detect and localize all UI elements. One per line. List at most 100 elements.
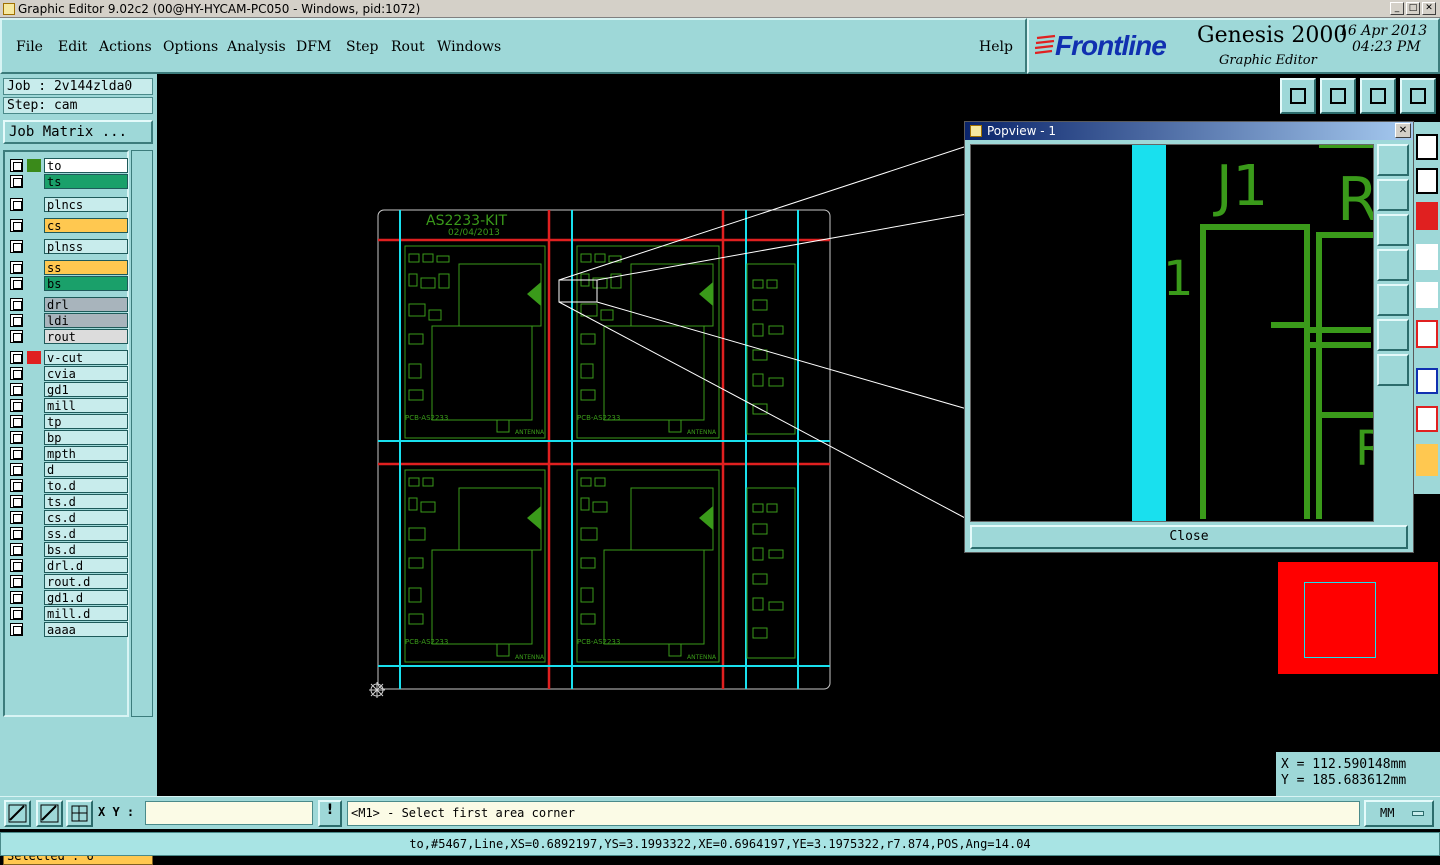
layer-row-ss[interactable]: ss — [8, 260, 128, 275]
layer-name[interactable]: cs — [44, 218, 128, 233]
layer-row-gd1[interactable]: gd1 — [8, 382, 128, 397]
layer-row-to-d[interactable]: to.d — [8, 478, 128, 493]
layer-name[interactable]: bp — [44, 430, 128, 445]
units-select[interactable]: MM — [1364, 800, 1434, 827]
layer-checkbox[interactable] — [10, 479, 23, 492]
layer-row-ts-d[interactable]: ts.d — [8, 494, 128, 509]
traffic-light-icon[interactable] — [1416, 202, 1438, 230]
layer-name[interactable]: to — [44, 158, 128, 173]
layer-row-mill[interactable]: mill — [8, 398, 128, 413]
help-tool-icon[interactable] — [1416, 168, 1438, 194]
layer-row-mpth[interactable]: mpth — [8, 446, 128, 461]
layer-name[interactable]: rout.d — [44, 574, 128, 589]
layer-checkbox[interactable] — [10, 623, 23, 636]
tool-a-icon[interactable] — [1416, 134, 1438, 160]
menu-actions[interactable]: Actions — [99, 39, 152, 55]
layer-color-swatch[interactable] — [27, 351, 41, 364]
popview-right-button[interactable] — [1377, 284, 1409, 316]
layer-checkbox[interactable] — [10, 367, 23, 380]
layer-row-bp[interactable]: bp — [8, 430, 128, 445]
layer-name[interactable]: rout — [44, 329, 128, 344]
shape-tool-icon[interactable] — [1416, 368, 1438, 394]
menu-windows[interactable]: Windows — [437, 39, 501, 55]
layer-row-cs[interactable]: cs — [8, 218, 128, 233]
popview-down-button[interactable] — [1377, 214, 1409, 246]
toolbar-home-up-button[interactable] — [1280, 78, 1316, 114]
layer-checkbox[interactable] — [10, 159, 23, 172]
layer-row-to[interactable]: to — [8, 158, 128, 173]
layer-checkbox[interactable] — [10, 463, 23, 476]
select-pointer-icon[interactable] — [1416, 444, 1438, 476]
layer-name[interactable]: drl — [44, 297, 128, 312]
toolbar-home-button[interactable] — [1360, 78, 1396, 114]
layer-checkbox[interactable] — [10, 298, 23, 311]
layer-row-bs-d[interactable]: bs.d — [8, 542, 128, 557]
layer-row-ldi[interactable]: ldi — [8, 313, 128, 328]
popview-pan-button[interactable] — [1377, 354, 1409, 386]
layer-row-drl[interactable]: drl — [8, 297, 128, 312]
layer-name[interactable]: ldi — [44, 313, 128, 328]
layer-row-gd1-d[interactable]: gd1.d — [8, 590, 128, 605]
layer-color-swatch[interactable] — [27, 159, 41, 172]
layer-checkbox[interactable] — [10, 559, 23, 572]
layer-name[interactable]: plncs — [44, 197, 128, 212]
layer-checkbox[interactable] — [10, 399, 23, 412]
layer-row-v-cut[interactable]: v-cut — [8, 350, 128, 365]
layer-checkbox[interactable] — [10, 495, 23, 508]
layer-row-mill-d[interactable]: mill.d — [8, 606, 128, 621]
popview-fit-button[interactable] — [1377, 319, 1409, 351]
menu-analysis[interactable]: Analysis — [227, 39, 286, 55]
layer-name[interactable]: cs.d — [44, 510, 128, 525]
layer-name[interactable]: cvia — [44, 366, 128, 381]
layer-name[interactable]: to.d — [44, 478, 128, 493]
layer-name[interactable]: tp — [44, 414, 128, 429]
snap-tool-button[interactable] — [4, 800, 31, 827]
layer-row-rout-d[interactable]: rout.d — [8, 574, 128, 589]
layer-row-plnss[interactable]: plnss — [8, 239, 128, 254]
layer-name[interactable]: ts.d — [44, 494, 128, 509]
popview-canvas[interactable]: J1 R 1 R — [970, 144, 1374, 522]
layer-checkbox[interactable] — [10, 447, 23, 460]
menu-options[interactable]: Options — [163, 39, 218, 55]
layer-name[interactable]: drl.d — [44, 558, 128, 573]
popview-close-x-button[interactable]: ✕ — [1395, 123, 1411, 138]
layer-name[interactable]: ss.d — [44, 526, 128, 541]
layer-checkbox[interactable] — [10, 431, 23, 444]
close-window-button[interactable]: ✕ — [1422, 2, 1436, 15]
layer-checkbox[interactable] — [10, 240, 23, 253]
maximize-button[interactable]: □ — [1406, 2, 1420, 15]
measure-tool-icon[interactable] — [1416, 406, 1438, 432]
menu-dfm[interactable]: DFM — [296, 39, 331, 55]
layer-checkbox[interactable] — [10, 261, 23, 274]
xy-input[interactable] — [145, 801, 313, 825]
menu-file[interactable]: File — [16, 39, 43, 55]
popview-zoom-in-button[interactable] — [1377, 144, 1409, 176]
layer-checkbox[interactable] — [10, 330, 23, 343]
layer-name[interactable]: bs — [44, 276, 128, 291]
alert-button[interactable]: ! — [318, 800, 342, 827]
toolbar-down-button[interactable] — [1320, 78, 1356, 114]
layer-row-plncs[interactable]: plncs — [8, 197, 128, 212]
layer-name[interactable]: mill — [44, 398, 128, 413]
layer-checkbox[interactable] — [10, 607, 23, 620]
layer-row-aaaa[interactable]: aaaa — [8, 622, 128, 637]
layer-checkbox[interactable] — [10, 575, 23, 588]
layer-checkbox[interactable] — [10, 219, 23, 232]
layer-name[interactable]: gd1 — [44, 382, 128, 397]
layer-row-bs[interactable]: bs — [8, 276, 128, 291]
layer-checkbox[interactable] — [10, 383, 23, 396]
popview-close-button[interactable]: Close — [970, 525, 1408, 549]
menu-step[interactable]: Step — [346, 39, 378, 55]
minimize-button[interactable]: _ — [1390, 2, 1404, 15]
menu-help[interactable]: Help — [979, 39, 1013, 55]
layer-name[interactable]: ss — [44, 260, 128, 275]
layer-row-ts[interactable]: ts — [8, 174, 128, 189]
job-matrix-button[interactable]: Job Matrix ... — [3, 120, 153, 144]
toolbar-split-button[interactable] — [1400, 78, 1436, 114]
layer-checkbox[interactable] — [10, 198, 23, 211]
layer-checkbox[interactable] — [10, 175, 23, 188]
popview-left-button[interactable] — [1377, 249, 1409, 281]
overview-panel[interactable] — [1276, 560, 1440, 752]
layer-row-ss-d[interactable]: ss.d — [8, 526, 128, 541]
layer-name[interactable]: gd1.d — [44, 590, 128, 605]
